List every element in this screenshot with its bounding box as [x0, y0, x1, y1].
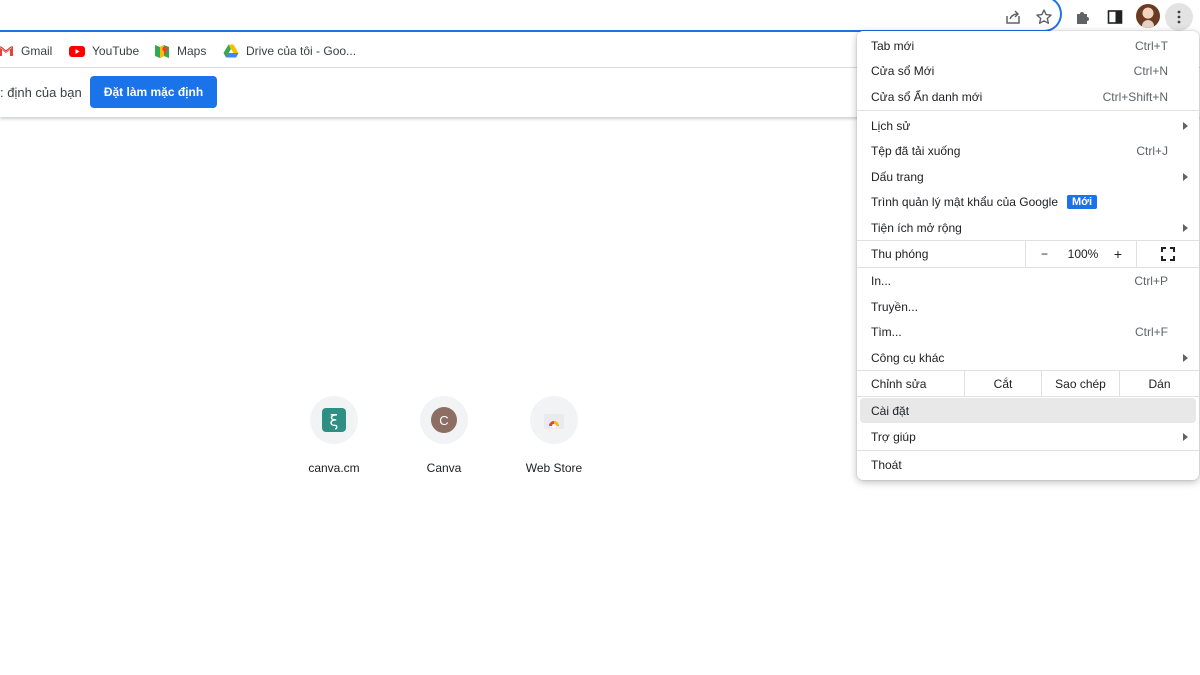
menu-item-incognito[interactable]: Cửa sổ Ẩn danh mới Ctrl+Shift+N — [857, 84, 1199, 109]
menu-label: Cửa sổ Mới — [871, 63, 935, 78]
menu-label: Tiện ích mở rộng — [871, 220, 962, 235]
zoom-in-button[interactable]: + — [1103, 241, 1133, 267]
bookmark-label: Gmail — [21, 44, 53, 58]
menu-zoom-row: Thu phóng − 100% + — [857, 241, 1199, 267]
menu-label: Trình quản lý mật khẩu của Google — [871, 194, 1058, 209]
shortcut-label: canva.cm — [308, 461, 360, 475]
avatar[interactable] — [1136, 4, 1160, 28]
canva-letter-icon: C — [420, 396, 468, 444]
shortcut-tile-canva[interactable]: C Canva — [389, 396, 499, 475]
menu-item-more-tools[interactable]: Công cụ khác — [857, 345, 1199, 370]
menu-label: Truyền... — [871, 299, 918, 314]
menu-edit-row: Chỉnh sửa Cắt Sao chép Dán — [857, 371, 1199, 396]
menu-label: In... — [871, 273, 892, 288]
star-icon[interactable] — [1033, 6, 1055, 28]
zoom-out-button[interactable]: − — [1025, 241, 1063, 267]
edit-label: Chỉnh sửa — [871, 377, 927, 391]
menu-shortcut: Ctrl+T — [1135, 38, 1168, 53]
bookmark-maps[interactable]: Maps — [154, 41, 206, 61]
submenu-arrow-icon — [1183, 432, 1188, 441]
set-default-button[interactable]: Đặt làm mặc định — [90, 76, 217, 108]
menu-item-cast[interactable]: Truyền... — [857, 294, 1199, 319]
copy-button[interactable]: Sao chép — [1041, 371, 1119, 396]
bookmark-label: Drive của tôi - Goo... — [246, 44, 357, 58]
zoom-level: 100% — [1067, 247, 1099, 261]
svg-text:ξ: ξ — [330, 411, 339, 430]
cut-button[interactable]: Cắt — [964, 371, 1041, 396]
menu-item-downloads[interactable]: Tệp đã tải xuống Ctrl+J — [857, 138, 1199, 163]
menu-item-extensions[interactable]: Tiện ích mở rộng — [857, 215, 1199, 240]
menu-label: Dấu trang — [871, 169, 924, 184]
menu-item-bookmarks[interactable]: Dấu trang — [857, 164, 1199, 189]
puzzle-icon[interactable] — [1072, 6, 1094, 28]
canva-cm-icon: ξ — [310, 396, 358, 444]
fullscreen-icon[interactable] — [1136, 241, 1199, 267]
menu-label: Công cụ khác — [871, 350, 945, 365]
menu-item-exit[interactable]: Thoát — [857, 452, 1199, 477]
bookmark-drive[interactable]: Drive của tôi - Goo... — [223, 41, 356, 61]
shortcut-tile-web-store[interactable]: Web Store — [499, 396, 609, 475]
menu-label: Thoát — [871, 457, 902, 472]
shortcut-label: Web Store — [525, 461, 583, 475]
address-bar[interactable] — [0, 0, 1062, 32]
chrome-main-menu: Tab mới Ctrl+T Cửa sổ Mới Ctrl+N Cửa sổ … — [857, 31, 1199, 480]
menu-item-settings[interactable]: Cài đặt — [860, 398, 1196, 423]
gmail-icon — [0, 43, 14, 59]
menu-item-print[interactable]: In... Ctrl+P — [857, 268, 1199, 293]
menu-divider — [857, 450, 1199, 451]
menu-shortcut: Ctrl+F — [1135, 324, 1168, 339]
paste-button[interactable]: Dán — [1119, 371, 1199, 396]
submenu-arrow-icon — [1183, 223, 1188, 232]
youtube-icon — [69, 43, 85, 59]
share-icon[interactable] — [1002, 6, 1024, 28]
menu-shortcut: Ctrl+Shift+N — [1102, 89, 1168, 104]
menu-item-new-window[interactable]: Cửa sổ Mới Ctrl+N — [857, 58, 1199, 83]
shortcut-tile-canva-cm[interactable]: ξ canva.cm — [279, 396, 389, 475]
bookmark-label: Maps — [177, 44, 207, 58]
drive-icon — [223, 43, 239, 59]
menu-item-history[interactable]: Lịch sử — [857, 113, 1199, 138]
menu-item-find[interactable]: Tìm... Ctrl+F — [857, 319, 1199, 344]
menu-divider — [857, 110, 1199, 111]
menu-item-password-manager[interactable]: Trình quản lý mật khẩu của Google Mới — [857, 189, 1199, 214]
menu-label: Tệp đã tải xuống — [871, 143, 961, 158]
side-panel-icon[interactable] — [1104, 6, 1126, 28]
toolbar — [0, 0, 1200, 34]
menu-divider — [857, 396, 1199, 397]
menu-label: Tab mới — [871, 38, 915, 53]
new-badge: Mới — [1067, 194, 1098, 209]
bookmark-gmail[interactable]: Gmail — [0, 41, 52, 61]
submenu-arrow-icon — [1183, 121, 1188, 130]
menu-label: Tìm... — [871, 324, 902, 339]
menu-label: Cửa sổ Ẩn danh mới — [871, 89, 983, 104]
maps-icon — [154, 43, 170, 59]
menu-shortcut: Ctrl+P — [1134, 273, 1168, 288]
menu-shortcut: Ctrl+J — [1136, 143, 1168, 158]
infobar-text: : định của bạn — [0, 85, 82, 100]
menu-shortcut: Ctrl+N — [1133, 63, 1168, 78]
submenu-arrow-icon — [1183, 353, 1188, 362]
menu-label: Cài đặt — [871, 403, 910, 418]
menu-label: Lịch sử — [871, 118, 911, 133]
canva-letter: C — [431, 407, 457, 433]
submenu-arrow-icon — [1183, 172, 1188, 181]
web-store-icon — [530, 396, 578, 444]
menu-label: Trợ giúp — [871, 429, 916, 444]
zoom-label: Thu phóng — [871, 247, 929, 261]
kebab-icon[interactable] — [1165, 3, 1193, 31]
bookmark-youtube[interactable]: YouTube — [69, 41, 139, 61]
bookmark-label: YouTube — [92, 44, 140, 58]
shortcut-label: Canva — [426, 461, 462, 475]
menu-item-new-tab[interactable]: Tab mới Ctrl+T — [857, 33, 1199, 58]
menu-item-help[interactable]: Trợ giúp — [857, 424, 1199, 449]
